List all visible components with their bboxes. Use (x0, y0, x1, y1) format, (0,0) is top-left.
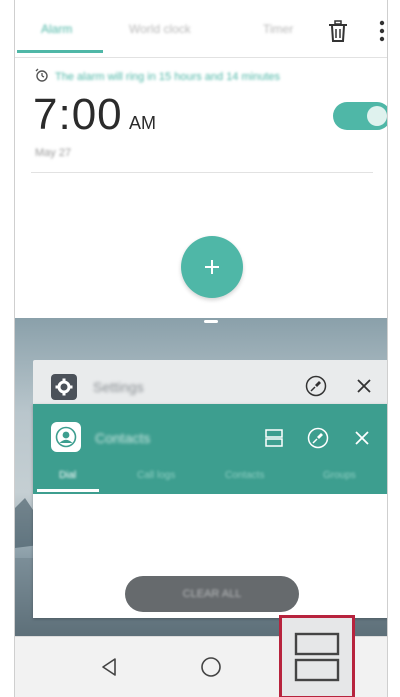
close-icon[interactable] (349, 425, 375, 451)
home-icon[interactable] (189, 645, 233, 689)
plus-icon (205, 260, 219, 274)
contacts-tab-dial[interactable]: Dial (59, 470, 76, 481)
divider (31, 172, 373, 173)
pin-icon[interactable] (305, 425, 331, 451)
contacts-card-title: Contacts (95, 430, 151, 446)
tab-timer[interactable]: Timer (263, 22, 293, 36)
alarm-date: May 27 (35, 147, 72, 159)
tab-alarm[interactable]: Alarm (41, 22, 72, 36)
recents-split-icon (294, 632, 340, 682)
contact-icon (51, 422, 81, 452)
tab-world-clock[interactable]: World clock (129, 22, 191, 36)
back-icon[interactable] (87, 645, 131, 689)
contacts-tab-groups[interactable]: Groups (323, 470, 356, 481)
alarm-ampm: AM (129, 113, 156, 133)
gear-icon (51, 374, 77, 400)
split-handle[interactable] (204, 320, 218, 323)
recents-button-highlight[interactable] (279, 615, 355, 697)
trash-icon[interactable] (325, 18, 351, 44)
settings-card-title: Settings (93, 379, 144, 395)
toggle-knob (367, 106, 387, 126)
alarm-clock-icon (35, 68, 49, 85)
clear-all-label: CLEAR ALL (182, 588, 242, 600)
add-alarm-button[interactable] (181, 236, 243, 298)
navigation-bar (15, 615, 387, 697)
clear-all-button[interactable]: CLEAR ALL (125, 576, 299, 612)
contacts-active-tab-indicator (37, 489, 99, 492)
recents-area: Settings Contacts Dial Call logs Contact… (15, 318, 387, 636)
pin-icon[interactable] (303, 373, 329, 399)
more-vertical-icon[interactable] (369, 18, 387, 44)
alarm-time[interactable]: 7:00 (33, 90, 123, 140)
close-icon[interactable] (351, 373, 377, 399)
settings-card[interactable]: Settings (33, 360, 387, 410)
clock-tabbar: Alarm World clock Timer (15, 0, 387, 58)
contacts-tab-call-logs[interactable]: Call logs (137, 470, 175, 481)
phone-screen: Alarm World clock Timer The alarm will r… (14, 0, 388, 697)
clock-app: Alarm World clock Timer The alarm will r… (15, 0, 387, 318)
split-screen-icon[interactable] (261, 425, 287, 451)
contacts-card-header: Contacts Dial Call logs Contacts Groups (33, 404, 387, 494)
contacts-tab-contacts[interactable]: Contacts (225, 470, 264, 481)
alarm-notice-text: The alarm will ring in 15 hours and 14 m… (55, 70, 281, 83)
alarm-toggle[interactable] (333, 102, 387, 130)
active-tab-indicator (17, 50, 103, 53)
alarm-notice: The alarm will ring in 15 hours and 14 m… (35, 68, 280, 85)
